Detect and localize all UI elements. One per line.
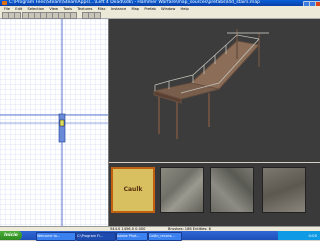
start-button[interactable]: Inicio: [0, 231, 22, 240]
texture-metal-1[interactable]: [160, 167, 204, 213]
clock: 0:05: [308, 233, 317, 238]
2d-grid-viewport[interactable]: [0, 19, 109, 226]
texture-metal-3[interactable]: [262, 167, 306, 213]
texture-metal-2[interactable]: [210, 167, 254, 213]
texture-caulk[interactable]: Caulk: [111, 167, 155, 213]
grid-canvas: [0, 19, 108, 226]
system-tray: 0:05: [278, 231, 320, 240]
save-icon[interactable]: [14, 12, 21, 19]
app-icon: [2, 1, 7, 5]
carve-icon[interactable]: [94, 12, 101, 19]
vertex-icon[interactable]: [70, 12, 77, 19]
stairs-brush-top-view[interactable]: [58, 113, 66, 143]
stairs-model: [153, 29, 269, 139]
3d-camera-viewport[interactable]: [109, 19, 320, 162]
